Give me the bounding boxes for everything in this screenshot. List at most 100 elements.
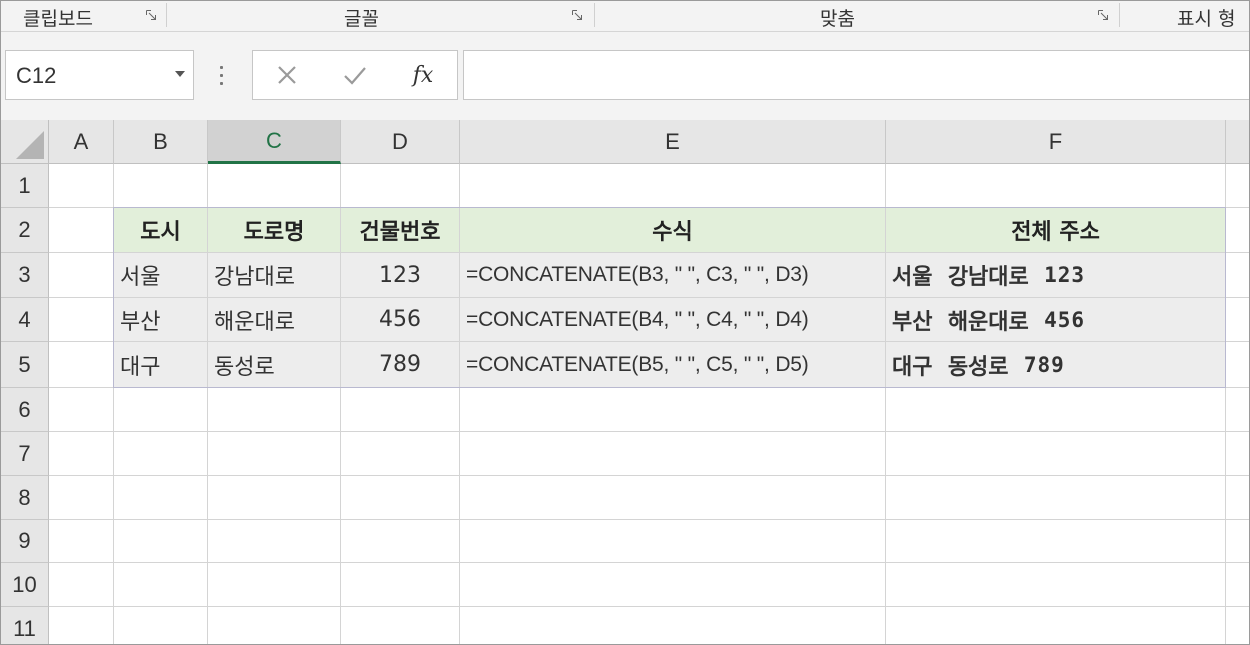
formula-bar-resize-handle-icon[interactable]	[219, 66, 225, 86]
cell-formula[interactable]: =CONCATENATE(B5, " ", C5, " ", D5)	[460, 342, 886, 388]
grid-cell[interactable]	[1226, 342, 1249, 388]
grid-cell[interactable]	[49, 208, 114, 253]
ribbon-group-font[interactable]: 글꼴	[344, 4, 379, 31]
cell-building-no[interactable]: 789	[341, 342, 460, 388]
cell-full-address[interactable]: 서울 강남대로 123	[886, 253, 1226, 298]
cell-full-address[interactable]: 대구 동성로 789	[886, 342, 1226, 388]
grid-cell[interactable]	[1226, 253, 1249, 298]
header-cell-road[interactable]: 도로명	[208, 208, 341, 253]
cell-city[interactable]: 대구	[114, 342, 208, 388]
column-header-f[interactable]: F	[886, 120, 1226, 164]
grid-cell[interactable]	[114, 520, 208, 563]
grid-cell[interactable]	[49, 298, 114, 342]
grid-cell[interactable]	[208, 607, 341, 644]
grid-cell[interactable]	[460, 388, 886, 432]
grid-cell[interactable]	[1226, 208, 1249, 253]
grid-cell[interactable]	[114, 476, 208, 520]
grid-cell[interactable]	[460, 164, 886, 208]
font-dialog-launcher-icon[interactable]	[572, 10, 583, 21]
alignment-dialog-launcher-icon[interactable]	[1098, 10, 1109, 21]
column-header-a[interactable]: A	[49, 120, 114, 164]
grid-cell[interactable]	[208, 520, 341, 563]
grid-cell[interactable]	[1226, 563, 1249, 607]
grid-cell[interactable]	[49, 607, 114, 644]
grid-cell[interactable]	[114, 432, 208, 476]
name-box[interactable]: C12	[5, 50, 194, 100]
cancel-icon[interactable]	[269, 59, 305, 91]
select-all-button[interactable]	[1, 120, 49, 164]
header-cell-full-address[interactable]: 전체 주소	[886, 208, 1226, 253]
grid-cell[interactable]	[886, 563, 1226, 607]
cell-building-no[interactable]: 123	[341, 253, 460, 298]
grid-cell[interactable]	[886, 388, 1226, 432]
cell-building-no[interactable]: 456	[341, 298, 460, 342]
grid-cell[interactable]	[886, 476, 1226, 520]
grid-cell[interactable]	[49, 253, 114, 298]
grid-cell[interactable]	[886, 607, 1226, 644]
column-header-b[interactable]: B	[114, 120, 208, 164]
cell-formula[interactable]: =CONCATENATE(B4, " ", C4, " ", D4)	[460, 298, 886, 342]
grid-cell[interactable]	[460, 520, 886, 563]
grid-cell[interactable]	[886, 432, 1226, 476]
grid-cell[interactable]	[208, 476, 341, 520]
row-header[interactable]: 8	[1, 476, 49, 520]
grid-cell[interactable]	[49, 342, 114, 388]
row-header[interactable]: 6	[1, 388, 49, 432]
grid-cell[interactable]	[341, 388, 460, 432]
header-cell-city[interactable]: 도시	[114, 208, 208, 253]
grid-cell[interactable]	[114, 164, 208, 208]
column-header-e[interactable]: E	[460, 120, 886, 164]
grid-cell[interactable]	[1226, 432, 1249, 476]
grid-cell[interactable]	[341, 563, 460, 607]
grid-cell[interactable]	[341, 164, 460, 208]
row-header[interactable]: 7	[1, 432, 49, 476]
grid-cell[interactable]	[460, 476, 886, 520]
row-header[interactable]: 1	[1, 164, 49, 208]
cell-city[interactable]: 서울	[114, 253, 208, 298]
row-header[interactable]: 5	[1, 342, 49, 388]
cell-city[interactable]: 부산	[114, 298, 208, 342]
cell-road[interactable]: 동성로	[208, 342, 341, 388]
cell-road[interactable]: 해운대로	[208, 298, 341, 342]
formula-input[interactable]	[463, 50, 1249, 100]
grid-cell[interactable]	[886, 520, 1226, 563]
grid-cell[interactable]	[1226, 607, 1249, 644]
row-header[interactable]: 3	[1, 253, 49, 298]
column-header-c[interactable]: C	[208, 120, 341, 164]
grid-cell[interactable]	[49, 520, 114, 563]
cell-full-address[interactable]: 부산 해운대로 456	[886, 298, 1226, 342]
header-cell-formula[interactable]: 수식	[460, 208, 886, 253]
grid-cell[interactable]	[114, 607, 208, 644]
grid-cell[interactable]	[341, 432, 460, 476]
ribbon-group-clipboard[interactable]: 클립보드	[23, 4, 93, 31]
grid-cell[interactable]	[1226, 476, 1249, 520]
name-box-dropdown-icon[interactable]	[175, 71, 185, 77]
grid-cell[interactable]	[49, 164, 114, 208]
grid-cell[interactable]	[114, 563, 208, 607]
grid-cell[interactable]	[341, 520, 460, 563]
enter-icon[interactable]	[337, 59, 373, 91]
grid-cell[interactable]	[114, 388, 208, 432]
grid-cell[interactable]	[460, 563, 886, 607]
grid-cell[interactable]	[208, 388, 341, 432]
grid-cell[interactable]	[49, 388, 114, 432]
grid-cell[interactable]	[460, 607, 886, 644]
column-header-g-partial[interactable]	[1226, 120, 1249, 164]
row-header[interactable]: 9	[1, 520, 49, 563]
row-header[interactable]: 11	[1, 607, 49, 644]
grid-cell[interactable]	[208, 164, 341, 208]
grid-cell[interactable]	[460, 432, 886, 476]
grid-cell[interactable]	[886, 164, 1226, 208]
column-header-d[interactable]: D	[341, 120, 460, 164]
grid-cell[interactable]	[208, 563, 341, 607]
ribbon-group-number[interactable]: 표시 형	[1177, 4, 1235, 31]
row-header[interactable]: 10	[1, 563, 49, 607]
header-cell-building-no[interactable]: 건물번호	[341, 208, 460, 253]
grid-cell[interactable]	[1226, 520, 1249, 563]
row-header[interactable]: 4	[1, 298, 49, 342]
grid-cell[interactable]	[49, 432, 114, 476]
grid-cell[interactable]	[341, 607, 460, 644]
row-header[interactable]: 2	[1, 208, 49, 253]
grid-cell[interactable]	[49, 563, 114, 607]
cell-road[interactable]: 강남대로	[208, 253, 341, 298]
